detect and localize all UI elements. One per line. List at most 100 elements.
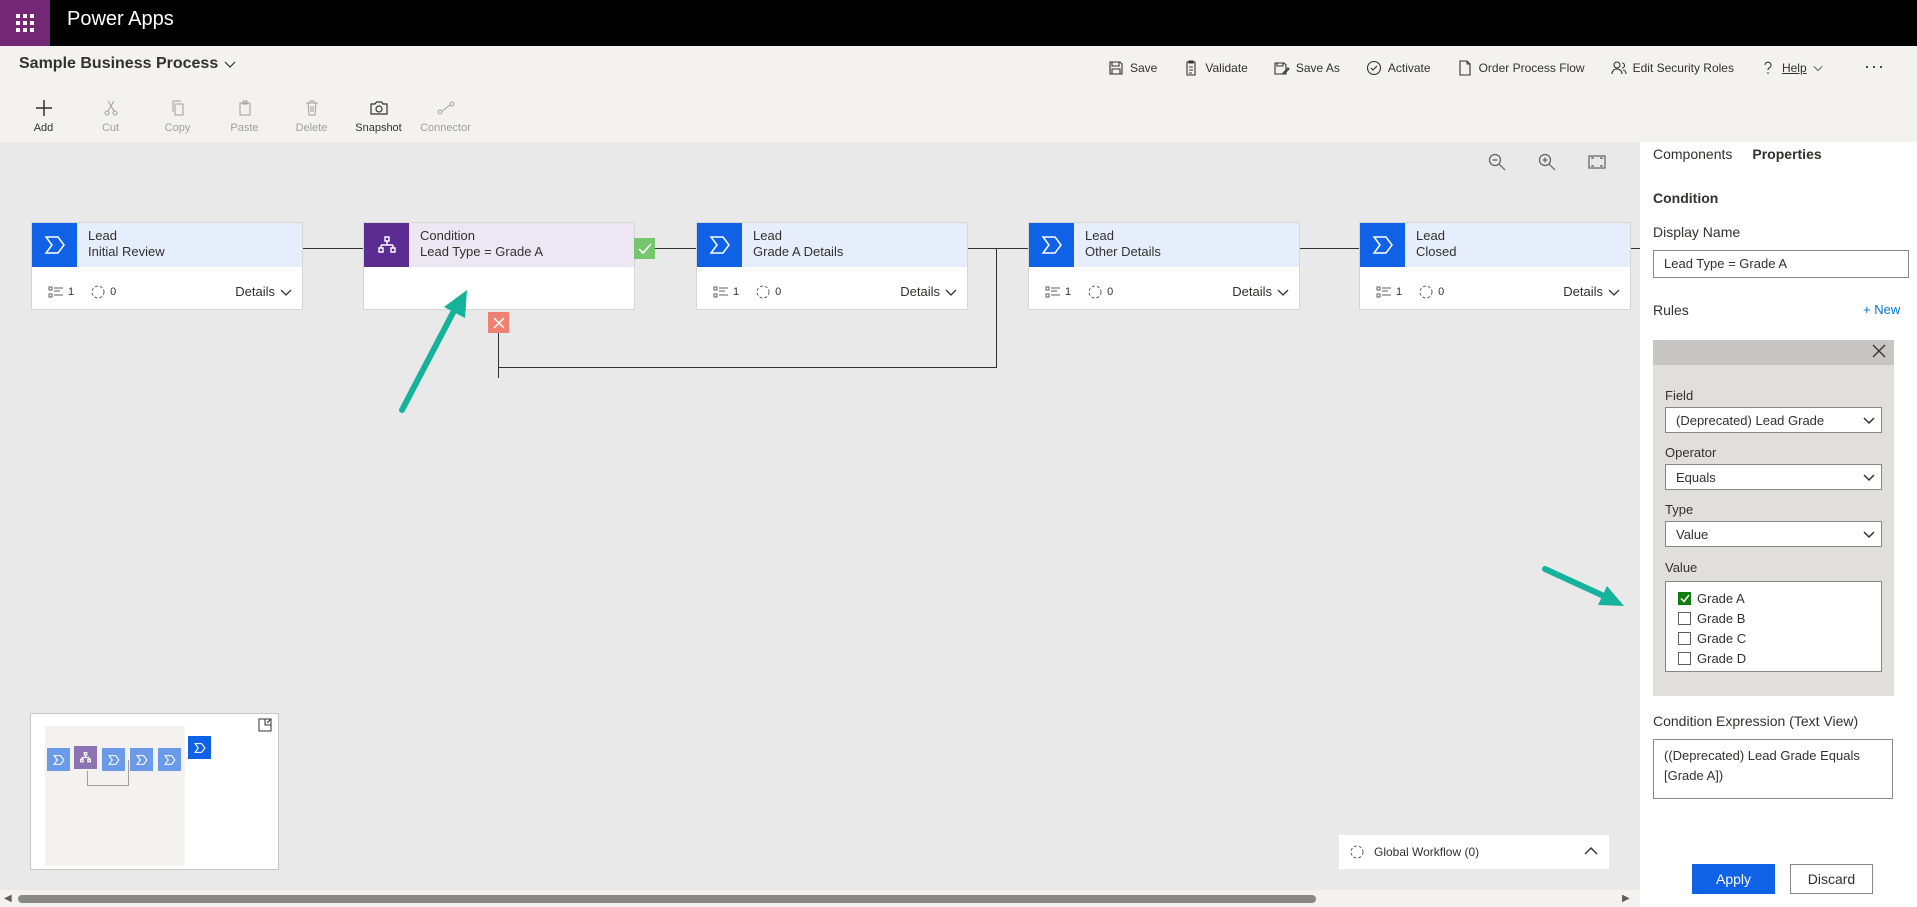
stage-card-grade-a-details[interactable]: Lead Grade A Details 1 0 Details [696, 222, 968, 310]
stage-icon [697, 223, 742, 267]
order-process-flow-button[interactable]: Order Process Flow [1457, 60, 1585, 76]
app-title[interactable]: Power Apps [67, 8, 174, 31]
details-toggle[interactable]: Details [1563, 284, 1620, 299]
details-toggle[interactable]: Details [235, 284, 292, 299]
stage-name: Closed [1416, 244, 1457, 259]
new-rule-link[interactable]: + New [1863, 302, 1900, 317]
activate-button[interactable]: Activate [1366, 60, 1431, 76]
workflow-icon [756, 285, 770, 299]
checkbox-icon[interactable] [1678, 611, 1691, 625]
tab-properties[interactable]: Properties [1752, 146, 1821, 162]
checkbox-checked-icon[interactable] [1678, 591, 1691, 605]
command-bar: Sample Business Process Save Validate Sa… [0, 46, 1917, 142]
connector-button[interactable]: Connector [412, 96, 479, 134]
value-option-grade-c[interactable]: Grade C [1666, 628, 1881, 648]
save-button[interactable]: Save [1108, 60, 1157, 76]
value-option-grade-b[interactable]: Grade B [1666, 608, 1881, 628]
cut-label: Cut [101, 122, 120, 134]
edit-security-roles-button[interactable]: Edit Security Roles [1611, 60, 1734, 76]
help-button[interactable]: Help [1760, 60, 1823, 76]
details-toggle[interactable]: Details [900, 284, 957, 299]
paste-button[interactable]: Paste [211, 96, 278, 134]
stage-card-other-details[interactable]: Lead Other Details 1 0 Details [1028, 222, 1300, 310]
copy-label: Copy [164, 122, 191, 134]
value-checklist: Grade A Grade B Grade C Grade D [1665, 581, 1882, 672]
save-as-button[interactable]: Save As [1274, 60, 1340, 76]
top-commands: Save Validate Save As Activate Order Pro… [1108, 58, 1849, 78]
workflow-icon [91, 285, 105, 299]
workflows-count: 0 [1087, 284, 1113, 300]
steps-list-icon [713, 286, 728, 298]
checkbox-icon[interactable] [1678, 651, 1691, 665]
save-as-icon [1274, 62, 1290, 75]
value-option-grade-d[interactable]: Grade D [1666, 648, 1881, 668]
chevron-down-icon [1813, 65, 1823, 72]
steps-list-icon [1045, 286, 1060, 298]
tab-components[interactable]: Components [1653, 146, 1732, 162]
type-select[interactable]: Value [1665, 521, 1882, 547]
stage-name: Other Details [1085, 244, 1161, 259]
process-title-dropdown[interactable]: Sample Business Process [19, 55, 236, 73]
more-options-icon[interactable]: ··· [1864, 56, 1885, 77]
chevron-down-icon [1863, 531, 1875, 539]
close-icon[interactable] [1872, 344, 1886, 358]
details-toggle[interactable]: Details [1232, 284, 1289, 299]
checkbox-icon[interactable] [1678, 631, 1691, 645]
process-canvas[interactable]: Lead Initial Review 1 0 Details Conditio… [0, 142, 1640, 892]
steps-count: 1 [713, 286, 739, 298]
minimap[interactable] [30, 713, 279, 870]
condition-expression-text[interactable]: ((Deprecated) Lead Grade Equals [Grade A… [1653, 739, 1893, 799]
stage-card-initial-review[interactable]: Lead Initial Review 1 0 Details [31, 222, 303, 310]
zoom-in-icon[interactable] [1538, 153, 1556, 171]
global-workflow-label: Global Workflow (0) [1374, 845, 1480, 859]
cut-button[interactable]: Cut [77, 96, 144, 134]
add-button[interactable]: Add [10, 96, 77, 134]
steps-list-icon [1376, 286, 1391, 298]
horizontal-scrollbar[interactable]: ◀ ▶ [0, 890, 1640, 907]
chevron-up-icon[interactable] [1583, 843, 1599, 859]
save-icon [1109, 61, 1123, 75]
paste-label: Paste [230, 122, 259, 134]
delete-button[interactable]: Delete [278, 96, 345, 134]
condition-card[interactable]: Condition Lead Type = Grade A [363, 222, 635, 310]
activate-icon [1366, 60, 1381, 76]
steps-list-icon [48, 286, 63, 298]
zoom-out-icon[interactable] [1488, 153, 1506, 171]
stage-entity: Lead [1416, 228, 1445, 243]
yes-branch-check-icon [634, 238, 655, 259]
operator-select[interactable]: Equals [1665, 464, 1882, 490]
stage-name: Initial Review [88, 244, 165, 259]
trash-icon [305, 100, 318, 116]
value-option-grade-a[interactable]: Grade A [1666, 588, 1881, 608]
condition-title: Condition [420, 228, 475, 243]
validate-button[interactable]: Validate [1183, 60, 1248, 76]
operator-label: Operator [1665, 445, 1717, 460]
stage-card-closed[interactable]: Lead Closed 1 0 Details [1359, 222, 1631, 310]
connector-line [1299, 248, 1359, 249]
scrollbar-thumb[interactable] [18, 895, 1316, 903]
stage-name: Grade A Details [753, 244, 844, 259]
order-process-flow-label: Order Process Flow [1478, 61, 1585, 75]
connector-label: Connector [420, 122, 471, 134]
snapshot-button[interactable]: Snapshot [345, 96, 412, 134]
connector-line [303, 248, 363, 249]
minimap-toggle-icon[interactable] [258, 718, 272, 732]
workflow-icon [1088, 285, 1102, 299]
field-select[interactable]: (Deprecated) Lead Grade [1665, 407, 1882, 433]
apply-button[interactable]: Apply [1692, 864, 1775, 894]
fit-to-screen-icon[interactable] [1588, 153, 1606, 171]
display-name-input[interactable]: Lead Type = Grade A [1653, 250, 1909, 278]
discard-button[interactable]: Discard [1790, 864, 1873, 894]
add-label: Add [33, 122, 54, 134]
scroll-right-icon[interactable]: ▶ [1622, 893, 1630, 904]
copy-button[interactable]: Copy [144, 96, 211, 134]
stage-entity: Lead [753, 228, 782, 243]
app-launcher-waffle-icon[interactable] [0, 0, 50, 46]
field-label: Field [1665, 388, 1694, 403]
global-workflow-bar[interactable]: Global Workflow (0) [1339, 835, 1609, 869]
workflows-count: 0 [90, 284, 116, 300]
scroll-left-icon[interactable]: ◀ [4, 893, 12, 904]
clipboard-check-icon [1186, 60, 1196, 76]
workflow-icon [1419, 285, 1433, 299]
minimap-viewport [45, 726, 185, 866]
